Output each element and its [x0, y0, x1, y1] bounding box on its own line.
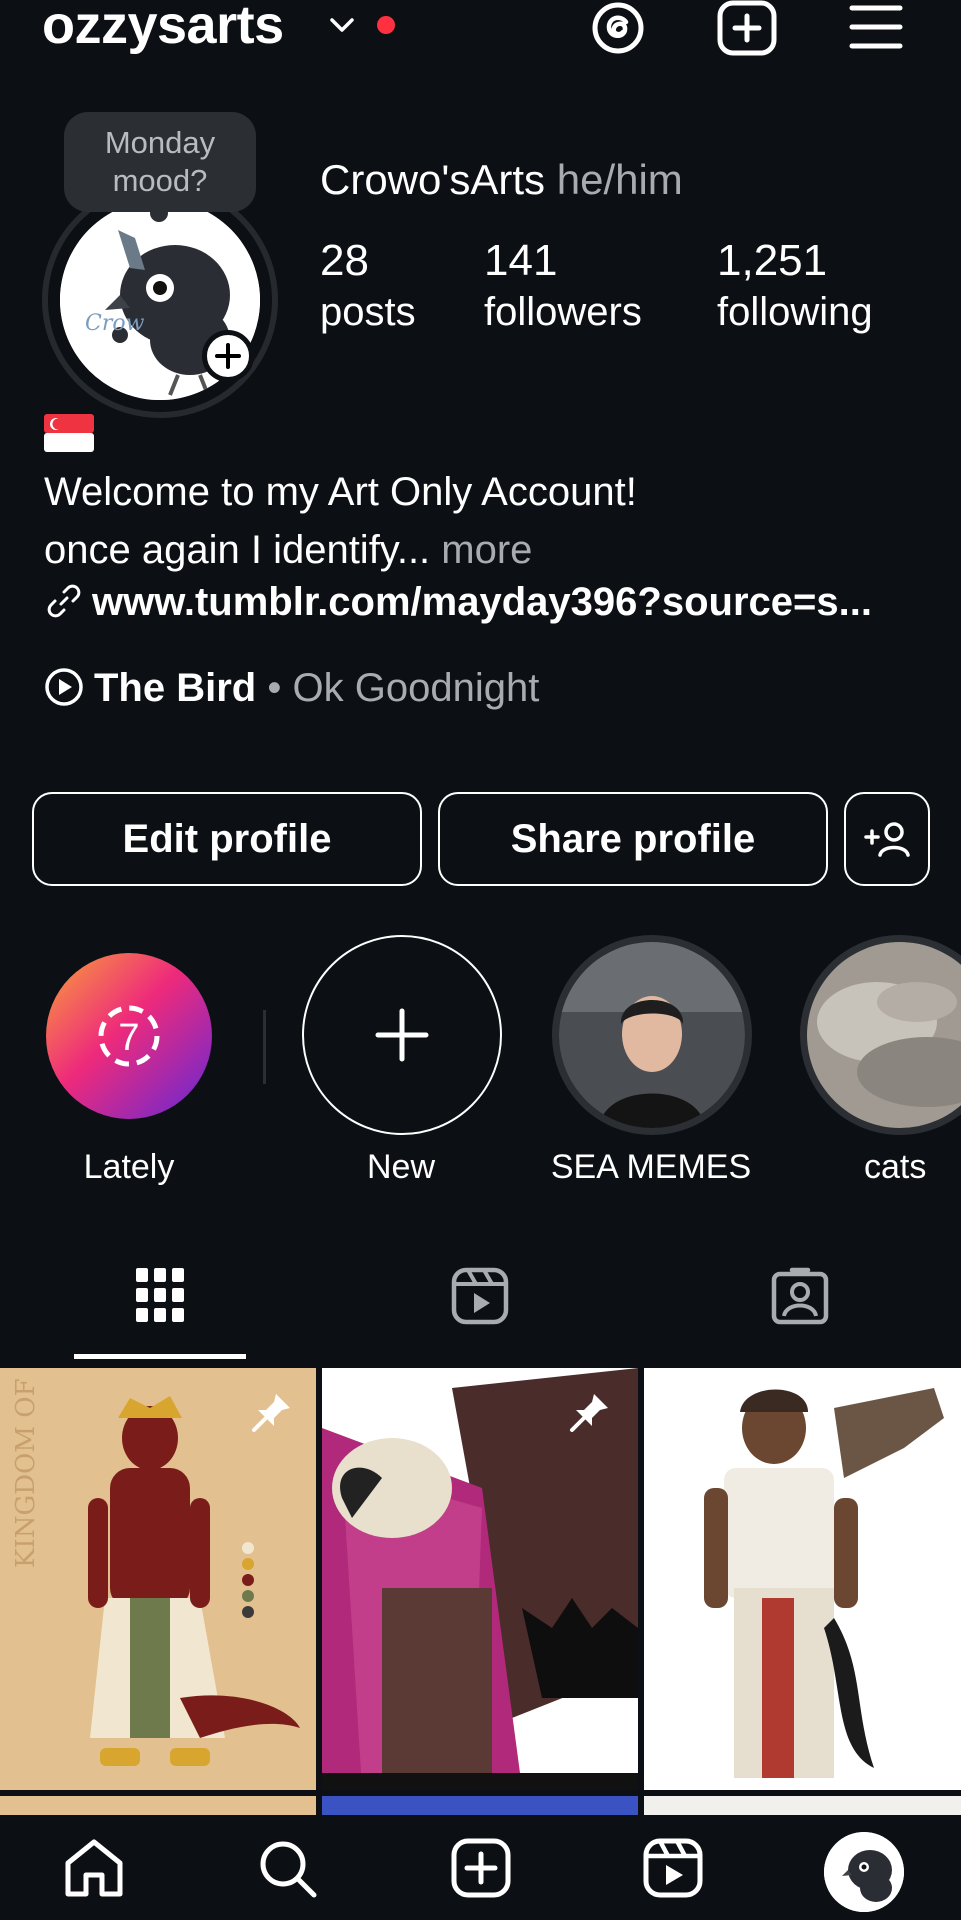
svg-text:7: 7: [118, 1017, 139, 1059]
edit-profile-button[interactable]: Edit profile: [32, 792, 422, 886]
note-text-line2: mood?: [112, 163, 208, 198]
share-profile-button[interactable]: Share profile: [438, 792, 828, 886]
grid-post-5-peek[interactable]: [322, 1796, 638, 1816]
bio-more-link[interactable]: more: [441, 528, 532, 572]
highlight-label-new: New: [366, 1148, 436, 1186]
home-icon[interactable]: [62, 1837, 126, 1899]
create-icon[interactable]: [450, 1837, 512, 1899]
pin-icon: [570, 1394, 608, 1432]
music-separator: •: [267, 666, 282, 710]
link-icon: [47, 584, 81, 618]
stat-followers-label: followers: [484, 290, 642, 334]
highlight-label-sea-memes: SEA MEMES: [550, 1148, 752, 1186]
grid-post-1[interactable]: KINGDOM OF SINGAPURA: [0, 1368, 316, 1790]
music-title: The Bird: [94, 666, 257, 710]
add-story-button[interactable]: [202, 330, 254, 382]
display-name-text: Crowo'sArts: [320, 156, 546, 203]
highlight-label-lately: Lately: [83, 1148, 175, 1186]
stat-followers[interactable]: 141 followers: [484, 236, 642, 335]
grid-post-4-peek[interactable]: [0, 1796, 316, 1816]
search-icon[interactable]: [256, 1837, 320, 1899]
notification-dot: [377, 16, 395, 34]
svg-text:Crow: Crow: [85, 311, 145, 336]
plus-icon: [375, 1008, 429, 1062]
bio-line-2: once again I identify... more: [44, 528, 532, 573]
plus-icon: [215, 343, 241, 369]
profile-avatar-nav[interactable]: [824, 1832, 904, 1912]
menu-icon[interactable]: [848, 0, 904, 56]
highlight-cats[interactable]: [800, 935, 961, 1135]
grid-tab-icon[interactable]: [134, 1266, 186, 1326]
create-post-icon[interactable]: [716, 0, 778, 56]
bio-line-1: Welcome to my Art Only Account!: [44, 470, 637, 514]
grid-post-2[interactable]: [322, 1368, 638, 1790]
play-circle-icon: [45, 668, 83, 706]
reels-icon[interactable]: [642, 1837, 704, 1899]
discover-people-button[interactable]: [844, 792, 930, 886]
highlight-sea-memes[interactable]: [552, 935, 752, 1135]
stat-followers-number: 141: [484, 236, 558, 285]
crow-avatar-icon: [824, 1832, 904, 1912]
stat-following-number: 1,251: [717, 236, 828, 285]
bio-website-link[interactable]: www.tumblr.com/mayday396?source=s...: [44, 580, 872, 625]
story-badge-icon: 7: [98, 1005, 160, 1067]
grid-post-6-peek[interactable]: [644, 1796, 961, 1816]
bio-website-text: www.tumblr.com/mayday396?source=s...: [92, 580, 872, 624]
grid-post-3[interactable]: [644, 1368, 961, 1790]
active-tab-indicator: [74, 1354, 246, 1359]
stat-posts-number: 28: [320, 236, 369, 285]
bottom-navigation-bar: [0, 1815, 961, 1920]
add-person-icon: [864, 822, 910, 857]
stat-following[interactable]: 1,251 following: [717, 236, 873, 335]
highlight-cover-image: [559, 942, 745, 1128]
username-switcher[interactable]: ozzysarts: [42, 0, 284, 56]
highlight-new[interactable]: [302, 935, 502, 1135]
threads-icon[interactable]: [590, 0, 646, 56]
note-text-line1: Monday: [104, 125, 216, 160]
highlight-cover-image: [807, 942, 961, 1128]
bio-line-2-text: once again I identify...: [44, 528, 431, 572]
reels-tab-icon[interactable]: [450, 1266, 510, 1326]
highlight-divider: [263, 1010, 266, 1084]
display-name: Crowo'sArts he/him: [320, 156, 683, 204]
post-image: [644, 1368, 961, 1790]
stat-posts-label: posts: [320, 290, 416, 334]
stat-posts[interactable]: 28 posts: [320, 236, 416, 335]
singapore-flag-icon: [44, 414, 94, 452]
highlight-label-cats: cats: [864, 1148, 927, 1186]
tagged-tab-icon[interactable]: [770, 1266, 830, 1326]
pronouns: he/him: [556, 156, 683, 203]
note-bubble[interactable]: Monday mood?: [64, 112, 256, 212]
pin-icon: [252, 1394, 290, 1432]
music-artist: Ok Goodnight: [292, 666, 540, 710]
svg-text:KINGDOM OF SINGAPURA: KINGDOM OF SINGAPURA: [11, 1368, 41, 1568]
stat-following-label: following: [717, 290, 873, 334]
note-bubble-tail: [150, 204, 168, 222]
profile-music[interactable]: The Bird • Ok Goodnight: [44, 666, 539, 711]
highlight-lately[interactable]: 7: [46, 953, 212, 1119]
chevron-down-icon[interactable]: [327, 10, 357, 40]
